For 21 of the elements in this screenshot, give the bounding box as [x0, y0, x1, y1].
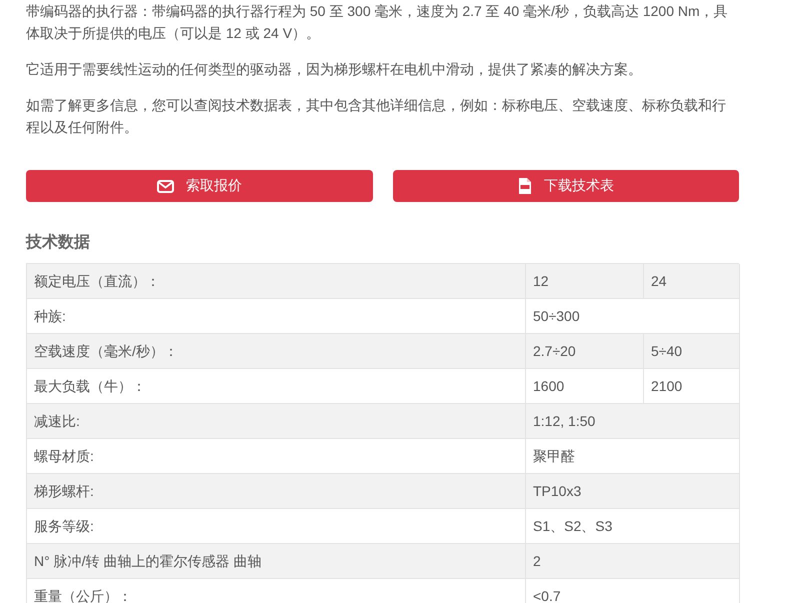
- spec-label-cell: 空载速度（毫米/秒）：: [27, 334, 526, 369]
- spec-value-cell: 1:12, 1:50: [526, 404, 740, 439]
- paragraph: 带编码器的执行器：带编码器的执行器行程为 50 至 300 毫米，速度为 2.7 至 40 毫米/秒，负载高达 1200 Nm，具体取决于所提供的电压（可以是 12 或 24 V）。: [26, 2, 729, 43]
- spec-value-cell: 2.7÷20: [526, 334, 644, 369]
- mail-icon: [156, 180, 174, 192]
- spec-label-cell: 额定电压（直流）：: [27, 264, 526, 299]
- pdf-file-icon: [518, 177, 532, 195]
- spec-label-cell: 梯形螺杆:: [27, 474, 526, 509]
- quote-request-button[interactable]: 索取报价: [26, 170, 372, 202]
- spec-value-cell: TP10x3: [526, 474, 740, 509]
- paragraph: 如需了解更多信息，您可以查阅技术数据表，其中包含其他详细信息，例如：标称电压、空载速度、标称负载和行程以及任何附件。: [26, 96, 727, 137]
- section-title: 技术数据: [26, 232, 91, 253]
- spec-label-cell: 减速比:: [27, 404, 526, 439]
- paragraph: 它适用于需要线性运动的任何类型的驱动器，因为梯形螺杆在电机中滑动，提供了紧凑的解决方案。: [26, 60, 643, 79]
- spec-label-cell: N° 脉冲/转 曲轴上的霍尔传感器 曲轴: [27, 544, 526, 579]
- spec-value-cell: 5÷40: [644, 334, 740, 369]
- spec-value-cell: <0.7: [526, 579, 740, 603]
- download-datasheet-button[interactable]: 下载技术表: [392, 170, 739, 202]
- spec-value-cell: 24: [644, 264, 740, 299]
- spec-value-cell: 12: [526, 264, 644, 299]
- spec-value-cell: 2: [526, 544, 740, 579]
